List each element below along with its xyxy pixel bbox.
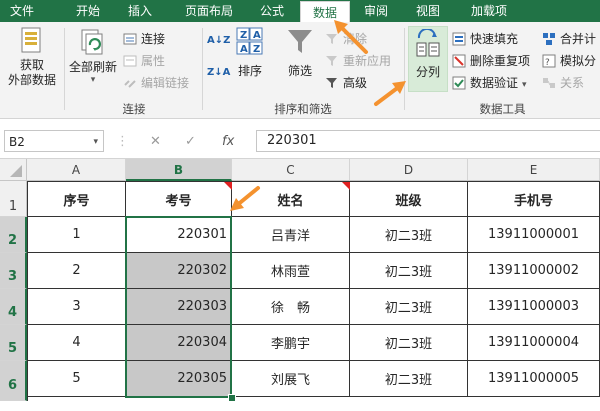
annotation-arrows xyxy=(230,20,406,211)
arrow-to-data-tab xyxy=(334,20,368,54)
arrow-to-selected-column xyxy=(230,186,260,211)
arrow-to-text-to-columns xyxy=(374,81,406,106)
